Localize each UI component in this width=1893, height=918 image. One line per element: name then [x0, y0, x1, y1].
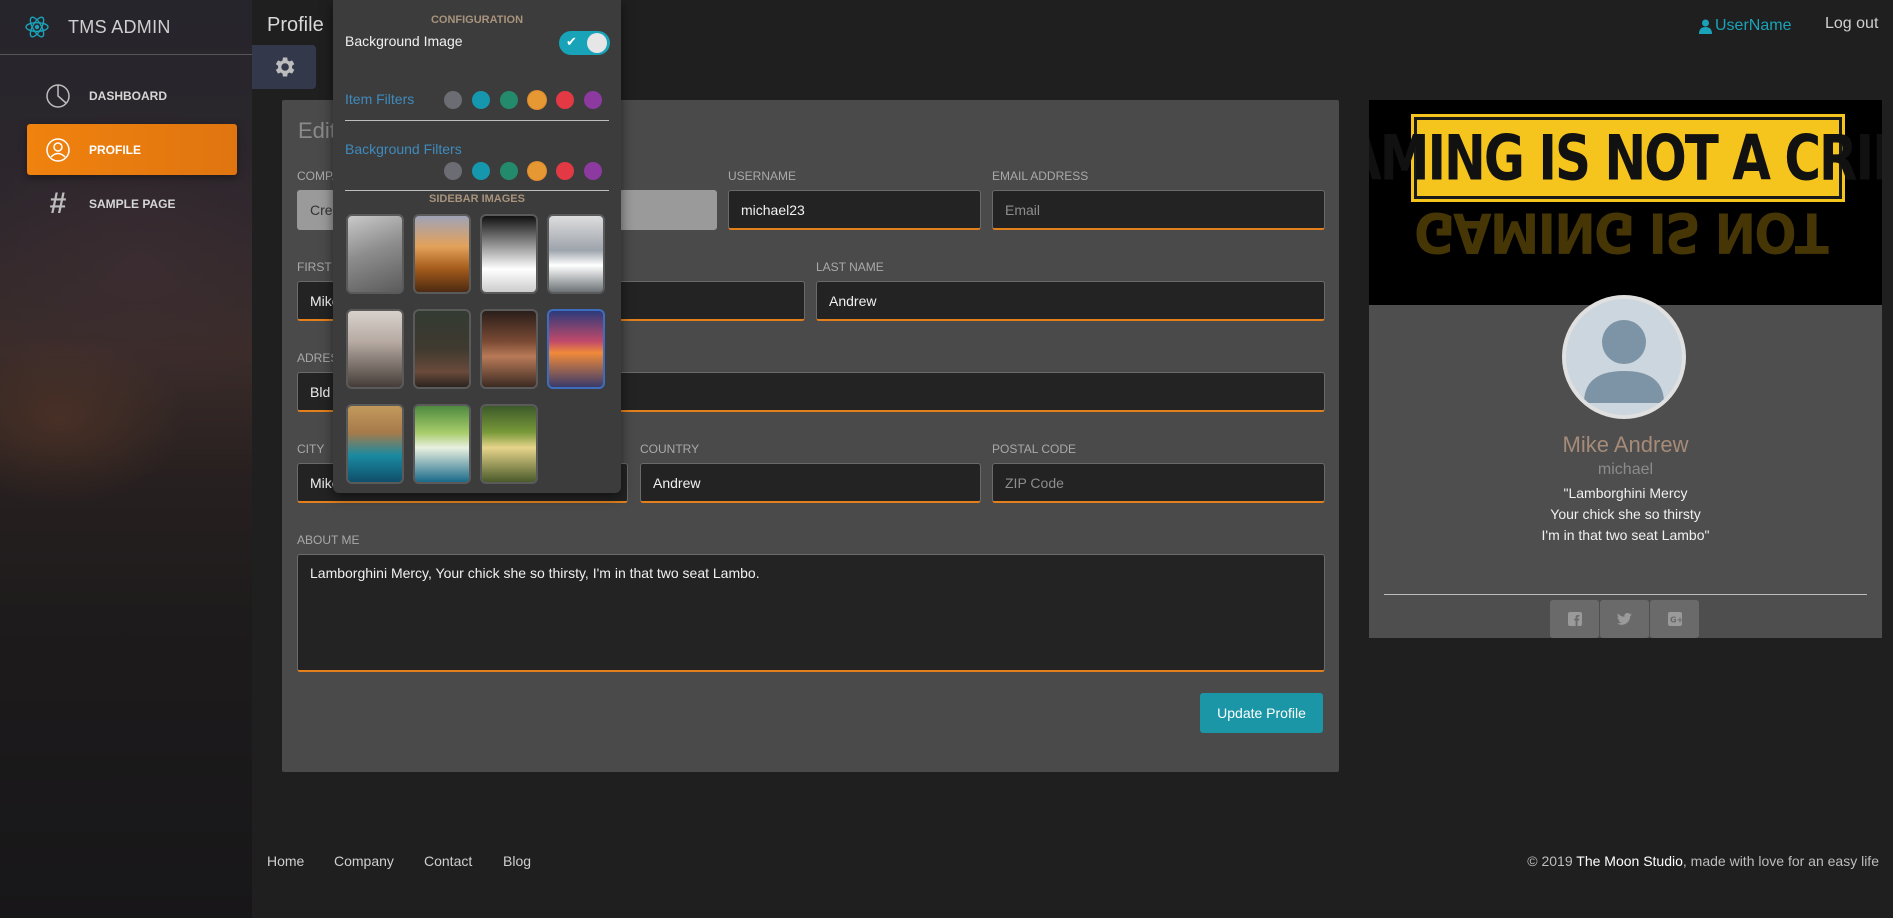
about-label: ABOUT ME — [297, 533, 360, 547]
footer-link-company[interactable]: Company — [334, 853, 394, 869]
sidebar-nav: DASHBOARD PROFILE # SAMPLE PAGE — [0, 70, 252, 229]
user-avatar-icon — [1584, 320, 1664, 403]
postal-code-field[interactable]: ZIP Code — [992, 463, 1325, 503]
configuration-heading: CONFIGURATION — [430, 14, 524, 26]
google-plus-icon: G+ — [1667, 612, 1682, 626]
sidebar-image-sunset-sea[interactable] — [547, 309, 605, 389]
profile-name: Mike Andrew — [1562, 432, 1689, 457]
svg-text:G+: G+ — [1670, 616, 1682, 625]
chart-pie-icon — [44, 82, 72, 110]
username-field[interactable]: michael23 — [728, 190, 981, 230]
filter-swatch[interactable] — [528, 162, 546, 180]
banner-text: GAMING IS NOT A CRIME — [1369, 121, 1882, 195]
filter-swatch[interactable] — [444, 91, 462, 109]
filter-swatch[interactable] — [444, 162, 462, 180]
city-label: CITY — [297, 442, 325, 456]
footer-link-blog[interactable]: Blog — [503, 853, 531, 869]
copyright-prefix: © 2019 — [1527, 853, 1577, 869]
divider — [1384, 594, 1867, 595]
filter-swatch[interactable] — [500, 91, 518, 109]
banner-reflection-text: GAMING IS NOT A CRIME — [1414, 202, 1842, 262]
hashtag-icon: # — [49, 186, 67, 220]
sidebar-item-label: PROFILE — [89, 142, 142, 157]
item-filters-label: Item Filters — [345, 91, 415, 107]
user-icon — [1699, 19, 1712, 34]
twitter-button[interactable] — [1600, 600, 1649, 638]
copyright-suffix: , made with love for an easy life — [1682, 853, 1879, 869]
sidebar-image-waterfall[interactable] — [413, 404, 471, 484]
profile-username: michael — [1597, 461, 1654, 478]
sidebar-image-lone-tree[interactable] — [480, 214, 538, 294]
sidebar-item-label: SAMPLE PAGE — [89, 196, 176, 211]
sidebar-images-heading: SIDEBAR IMAGES — [429, 193, 525, 205]
footer-link-contact[interactable]: Contact — [424, 853, 472, 869]
divider — [345, 190, 609, 191]
sidebar-image-snowy-mountains[interactable] — [547, 214, 605, 294]
configuration-panel: CONFIGURATION Background Image ✔ Item Fi… — [333, 0, 621, 493]
sidebar-image-balloon-sunset[interactable] — [413, 214, 471, 294]
filter-swatch[interactable] — [472, 91, 490, 109]
filter-swatch[interactable] — [556, 91, 574, 109]
country-field[interactable]: Andrew — [640, 463, 981, 503]
profile-quote-line: Your chick she so thirsty — [1550, 506, 1701, 522]
email-label: EMAIL ADDRESS — [992, 169, 1089, 183]
last-name-label: LAST NAME — [816, 260, 884, 274]
facebook-button[interactable] — [1550, 600, 1599, 638]
sidebar-item-label: DASHBOARD — [89, 88, 167, 103]
divider — [345, 120, 609, 121]
page-title: Profile — [267, 14, 324, 36]
country-label: COUNTRY — [640, 442, 700, 456]
filter-swatch[interactable] — [472, 162, 490, 180]
sidebar-image-city-skyline[interactable] — [346, 309, 404, 389]
logout-link[interactable]: Log out — [1825, 15, 1878, 33]
avatar[interactable] — [1562, 295, 1686, 419]
profile-banner: GAMING IS NOT A CRIME GAMING IS NOT A CR… — [1369, 100, 1882, 305]
sidebar-image-red-alley[interactable] — [480, 309, 538, 389]
about-textarea[interactable]: Lamborghini Mercy, Your chick she so thi… — [297, 554, 1325, 672]
brand-name: TMS ADMIN — [68, 16, 171, 37]
email-field[interactable]: Email — [992, 190, 1325, 230]
filter-swatch[interactable] — [584, 91, 602, 109]
profile-quote-line: "Lamborghini Mercy — [1563, 485, 1688, 501]
copyright: © 2019 The Moon Studio, made with love f… — [1527, 853, 1879, 869]
google-plus-button[interactable]: G+ — [1650, 600, 1699, 638]
banner-plate: GAMING IS NOT A CRIME — [1369, 114, 1882, 202]
background-image-toggle[interactable]: ✔ — [559, 31, 610, 55]
sidebar: TMS ADMIN DASHBOARD PROFILE # SAMPLE PAG… — [0, 0, 252, 918]
sidebar-image-portrait[interactable] — [346, 214, 404, 294]
sidebar-image-coastal-cliffs[interactable] — [346, 404, 404, 484]
filter-swatch[interactable] — [556, 162, 574, 180]
user-name: UserName — [1715, 17, 1792, 34]
sidebar-image-forest-waterfall[interactable] — [480, 404, 538, 484]
filter-swatch[interactable] — [528, 91, 546, 109]
facebook-icon — [1567, 612, 1582, 626]
user-menu-link[interactable]: UserName — [1699, 17, 1791, 35]
sidebar-image-forest-deer[interactable] — [413, 309, 471, 389]
postal-code-label: POSTAL CODE — [992, 442, 1077, 456]
settings-toggle-button[interactable] — [252, 45, 316, 89]
check-icon: ✔ — [566, 34, 577, 49]
profile-quote-line: I'm in that two seat Lambo" — [1541, 527, 1710, 543]
footer-link-home[interactable]: Home — [267, 853, 304, 869]
sidebar-item-dashboard[interactable]: DASHBOARD — [27, 70, 237, 121]
toggle-knob — [587, 33, 607, 53]
banner-reflection: GAMING IS NOT A CRIME — [1414, 202, 1842, 262]
user-circle-icon — [44, 136, 72, 164]
last-name-field[interactable]: Andrew — [816, 281, 1325, 321]
update-profile-button[interactable]: Update Profile — [1200, 693, 1323, 733]
studio-link[interactable]: The Moon Studio — [1576, 853, 1683, 869]
sidebar-item-profile[interactable]: PROFILE — [27, 124, 237, 175]
filter-swatch[interactable] — [500, 162, 518, 180]
gear-icon — [275, 57, 295, 77]
sidebar-item-sample-page[interactable]: # SAMPLE PAGE — [27, 178, 237, 229]
brand[interactable]: TMS ADMIN — [0, 0, 252, 55]
filter-swatch[interactable] — [584, 162, 602, 180]
background-image-label: Background Image — [345, 33, 463, 49]
username-label: USERNAME — [728, 169, 797, 183]
profile-card: GAMING IS NOT A CRIME GAMING IS NOT A CR… — [1369, 100, 1882, 638]
twitter-icon — [1617, 612, 1632, 625]
react-logo-icon — [25, 16, 49, 38]
background-filters-label: Background Filters — [345, 141, 462, 157]
